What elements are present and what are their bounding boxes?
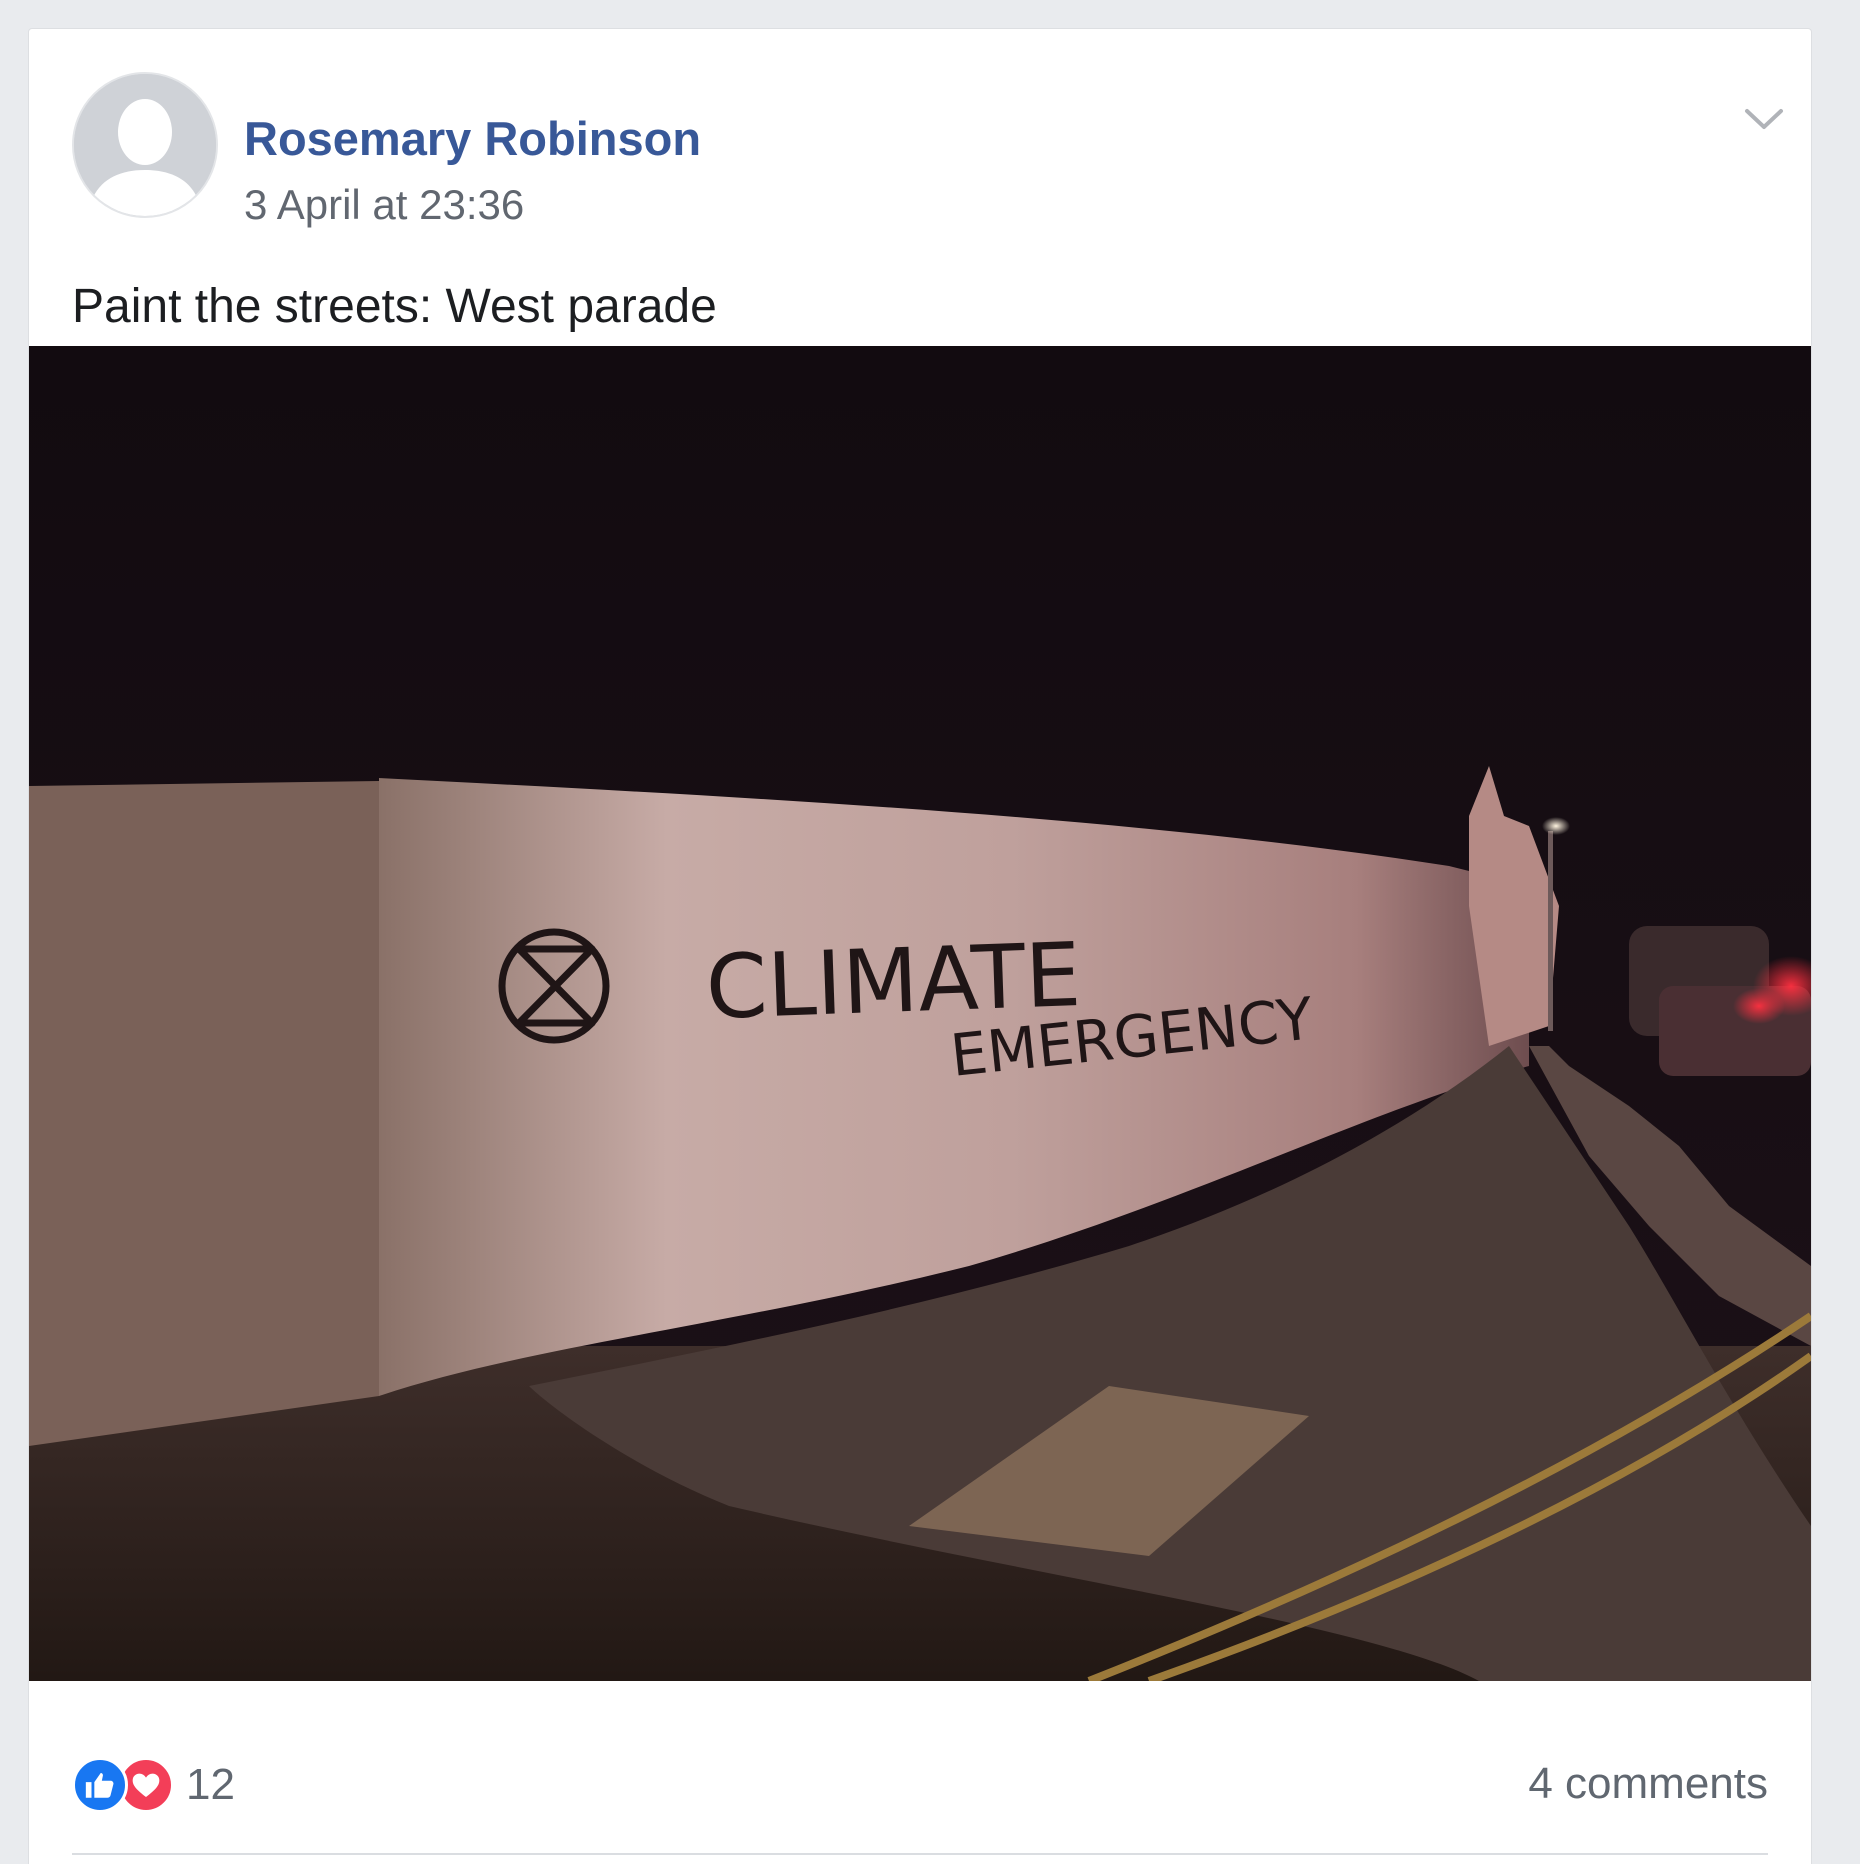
reactions-summary[interactable]: 12 xyxy=(72,1755,235,1815)
comments-count-link[interactable]: 4 comments xyxy=(1528,1759,1768,1809)
post-card: Rosemary Robinson 3 April at 23:36 Paint… xyxy=(28,28,1812,1864)
action-bar-divider xyxy=(72,1853,1768,1855)
chevron-down-icon xyxy=(1745,109,1783,129)
post-text: Paint the streets: West parade xyxy=(72,280,717,333)
post-photo[interactable]: CLIMATE EMERGENCY xyxy=(29,346,1811,1681)
default-avatar-icon xyxy=(74,74,216,216)
page: Rosemary Robinson 3 April at 23:36 Paint… xyxy=(0,0,1860,1864)
post-options-button[interactable] xyxy=(1739,99,1789,139)
post-timestamp-link[interactable]: 3 April at 23:36 xyxy=(244,181,524,229)
reaction-count: 12 xyxy=(186,1760,235,1809)
author-avatar[interactable] xyxy=(72,72,218,218)
author-name-link[interactable]: Rosemary Robinson xyxy=(244,111,701,166)
like-icon xyxy=(72,1757,128,1813)
